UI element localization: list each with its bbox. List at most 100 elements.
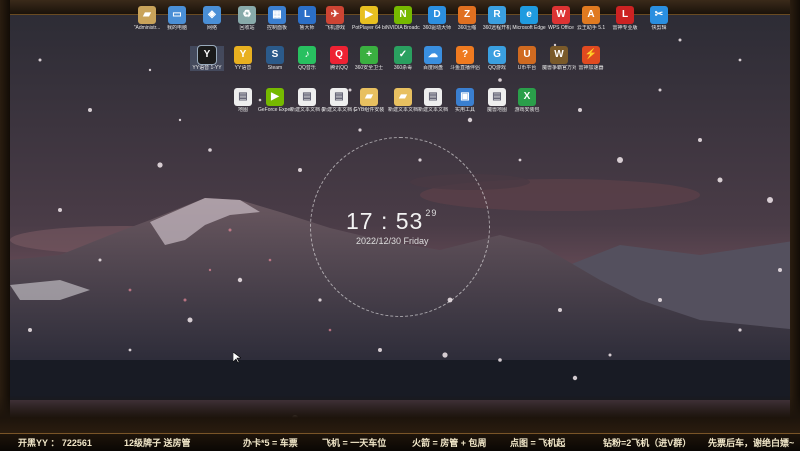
network-icon: ◈ (203, 6, 221, 24)
desktop-icon[interactable]: ▤ 魔兽地图 (480, 88, 514, 113)
bar-map-info: 点图 = 飞机起 (510, 438, 566, 448)
desktop-icon-label: GYB组件安装 (353, 107, 385, 113)
desktop-icon[interactable]: ▣ 实用工具 (448, 88, 482, 113)
control-panel-icon: ▦ (268, 6, 286, 24)
desktop-icon[interactable]: ✈ 飞机游戏 (318, 6, 352, 31)
nvidia-icon: N (394, 6, 412, 24)
desktop-icon[interactable]: ✓ 360杀毒 (386, 46, 420, 71)
text-file-icon: ▤ (424, 88, 442, 106)
desktop-icon-label: 快剪辑 (651, 25, 667, 31)
map-file-icon: ▤ (234, 88, 252, 106)
desktop-icon[interactable]: Q 腾讯QQ (322, 46, 356, 71)
desktop-icon[interactable]: A 云王助手 5.1 (574, 6, 608, 31)
desktop-icon-label: YY语音 (234, 65, 252, 71)
bar-plane-info: 飞机 = 一天车位 (322, 438, 387, 448)
desktop-icon-label: "Administr... (133, 25, 161, 31)
desktop-icon[interactable]: ▰ "Administr... (130, 6, 164, 31)
desktop-icon-label: 魔兽争霸官方对战平台 (542, 65, 576, 71)
desktop-icon-label: 360安全卫士 (354, 65, 384, 71)
recycle-bin-icon: ♻ (238, 6, 256, 24)
desktop-icon[interactable]: ▤新建文本文档 (3).txt (290, 88, 324, 113)
desktop-icon[interactable]: ▰ GYB组件安装 (352, 88, 386, 113)
desktop-icon-label: PotPlayer 64 bit (352, 25, 386, 31)
desktop-icon[interactable]: U U币平台 (510, 46, 544, 71)
editor-icon: ✂ (650, 6, 668, 24)
desktop-icon[interactable]: ▦ 控制面板 (260, 6, 294, 31)
desktop-icon[interactable]: ? 斗鱼直播伴侣 (448, 46, 482, 71)
bar-badge-info: 12级牌子 送房管 (124, 438, 191, 448)
desktop-icon-label: 新建文本文档 (2) (322, 107, 356, 113)
accelerator-icon: ⚡ (582, 46, 600, 64)
desktop-icon[interactable]: ♪ QQ音乐 (290, 46, 324, 71)
desktop-icon-label: 腾讯QQ (330, 65, 348, 71)
desktop-icon[interactable]: Z 360压缩 (450, 6, 484, 31)
folder-icon: ▰ (360, 88, 378, 106)
ludashi-icon: L (298, 6, 316, 24)
desktop-icon[interactable]: ☁ 百度网盘 (416, 46, 450, 71)
wps-icon: W (552, 6, 570, 24)
ubi-icon: U (518, 46, 536, 64)
desktop-icon[interactable]: X 游戏安装包 (510, 88, 544, 113)
desktop-icon[interactable]: ▶ PotPlayer 64 bit (352, 6, 386, 31)
left-frame (0, 0, 10, 450)
desktop-icon-label: Steam (267, 65, 283, 71)
desktop-icon-label: GeForce Experience (258, 107, 292, 113)
desktop-icon-label: 雷神专业版 (612, 25, 638, 31)
desktop-icon[interactable]: G QQ游戏 (480, 46, 514, 71)
desktop-icon[interactable]: ▤ 地图 (226, 88, 260, 113)
map-file-icon: ▤ (488, 88, 506, 106)
leishen-icon: L (616, 6, 634, 24)
desktop-icon-label: 实用工具 (454, 107, 475, 113)
desktop-icon[interactable]: ⚡ 雷神加速器 (574, 46, 608, 71)
desktop-icon[interactable]: ▭ 我的电脑 (160, 6, 194, 31)
desktop-icon[interactable]: D 360驱动大师 (420, 6, 454, 31)
desktop-icon-label: 我的电脑 (166, 25, 187, 31)
douyu-icon: ? (456, 46, 474, 64)
bar-ticket-info: 先票后车，谢绝白嫖~ (708, 438, 795, 448)
desktop-icon[interactable]: e Microsoft Edge (512, 6, 546, 31)
yy-icon: Y (197, 45, 217, 65)
360-av-icon: ✓ (394, 46, 412, 64)
desktop-icon[interactable]: ◈ 网络 (195, 6, 229, 31)
zip-icon: Z (458, 6, 476, 24)
computer-icon: ▭ (168, 6, 186, 24)
desktop-icon-label: NVIDIA Broadcast (386, 25, 420, 31)
desktop-icon[interactable]: R 360远程开机 (480, 6, 514, 31)
desktop-icon[interactable]: ✂ 快剪辑 (642, 6, 676, 31)
steam-icon: S (266, 46, 284, 64)
baidu-disk-icon: ☁ (424, 46, 442, 64)
desktop-icon[interactable]: L 雷神专业版 (608, 6, 642, 31)
desktop-icon-label: 地图 (237, 107, 248, 113)
desktop-icon-label: 控制面板 (266, 25, 287, 31)
desktop-icon[interactable]: ▶GeForce Experience (258, 88, 292, 113)
desktop-icon-label: 新建文本文档 (387, 107, 418, 113)
qq-music-icon: ♪ (298, 46, 316, 64)
desktop-icon[interactable]: S Steam (258, 46, 292, 71)
clock-time: 17 : 53 29 (346, 208, 466, 235)
desktop-icon[interactable]: ▰ 新建文本文档 (386, 88, 420, 113)
desktop-icon[interactable]: W魔兽争霸官方对战平台 (542, 46, 576, 71)
geforce-icon: ▶ (266, 88, 284, 106)
desktop-icon[interactable]: Y YY语音 (226, 46, 260, 71)
desktop-icon-label: 百度网盘 (422, 65, 443, 71)
desktop-icon[interactable]: ♻ 回收站 (230, 6, 264, 31)
bottom-decoration (0, 395, 800, 433)
excel-icon: X (518, 88, 536, 106)
desktop-icon[interactable]: +360安全卫士 (352, 46, 386, 71)
remote-icon: R (488, 6, 506, 24)
user-folder-icon: ▰ (138, 6, 156, 24)
bar-card-info: 办卡*5 = 车票 (243, 438, 298, 448)
desktop-icon-label: 360驱动大师 (422, 25, 452, 31)
yy-icon: Y (234, 46, 252, 64)
clock-second: 29 (425, 208, 438, 218)
desktop-icon-label: 飞机游戏 (324, 25, 345, 31)
edge-icon: e (520, 6, 538, 24)
desktop-icon[interactable]: ▤ 新建文本文档 (2) (322, 88, 356, 113)
qq-game-icon: G (488, 46, 506, 64)
desktop-icon-label: YY语音 1-YY (192, 65, 222, 71)
desktop-icon[interactable]: W WPS Office (544, 6, 578, 31)
clock-hour: 17 (346, 208, 374, 234)
desktop-icon[interactable]: NNVIDIA Broadcast (386, 6, 420, 31)
desktop-icon[interactable]: ▤ 新建文本文档 (416, 88, 450, 113)
desktop-icon[interactable]: Y YY语音 1-YY (190, 45, 224, 71)
